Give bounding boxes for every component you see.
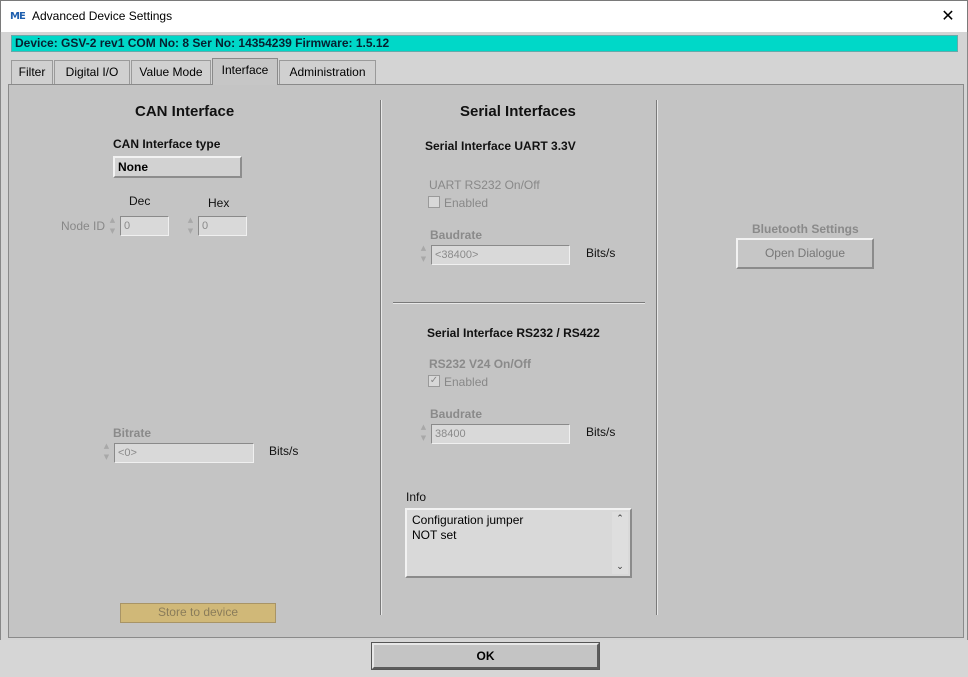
store-to-device-button[interactable]: Store to device <box>120 603 276 623</box>
device-info-bar: Device: GSV-2 rev1 COM No: 8 Ser No: 143… <box>11 35 958 52</box>
rs232-baudrate-unit: Bits/s <box>586 425 616 439</box>
scroll-down-icon[interactable]: ⌄ <box>612 560 628 574</box>
open-dialogue-button[interactable]: Open Dialogue <box>736 238 874 269</box>
column-divider-right <box>656 100 657 615</box>
uart-baudrate-select[interactable]: <38400> <box>431 245 570 265</box>
uart-heading: Serial Interface UART 3.3V <box>425 139 576 153</box>
uart-toggle-label: UART RS232 On/Off <box>429 178 540 192</box>
ok-button[interactable]: OK <box>372 643 599 669</box>
uart-enabled-checkbox[interactable] <box>428 196 440 208</box>
tab-digital-io[interactable]: Digital I/O <box>54 60 130 84</box>
app-logo-icon: ME <box>10 11 26 22</box>
bitrate-select[interactable]: <0> <box>114 443 254 463</box>
rs232-heading: Serial Interface RS232 / RS422 <box>427 326 600 340</box>
bitrate-unit: Bits/s <box>269 444 299 458</box>
node-id-dec-input[interactable]: 0 <box>120 216 169 236</box>
node-id-hex-input[interactable]: 0 <box>198 216 247 236</box>
column-divider-left <box>380 100 381 615</box>
scroll-up-icon[interactable]: ⌃ <box>612 512 628 526</box>
dec-label: Dec <box>129 194 151 208</box>
close-icon[interactable]: ✕ <box>937 5 959 27</box>
info-label: Info <box>406 490 427 504</box>
serial-divider <box>393 302 645 303</box>
info-text: Configuration jumper NOT set <box>412 513 524 542</box>
tab-filter[interactable]: Filter <box>11 60 53 84</box>
bitrate-label: Bitrate <box>113 426 152 440</box>
node-id-dec-spinner-icon[interactable]: ▲ ▼ <box>108 215 117 237</box>
node-id-label: Node ID <box>61 219 106 233</box>
rs232-toggle-label: RS232 V24 On/Off <box>429 357 532 371</box>
can-type-select[interactable]: None <box>113 156 242 178</box>
can-type-label: CAN Interface type <box>113 137 221 151</box>
info-scrollbar[interactable]: ⌃ ⌄ <box>612 512 628 574</box>
node-id-hex-spinner-icon[interactable]: ▲ ▼ <box>186 215 195 237</box>
info-textbox[interactable]: Configuration jumper NOT set ⌃ ⌄ <box>405 508 632 578</box>
serial-heading: Serial Interfaces <box>460 103 576 120</box>
rs232-enabled-checkbox[interactable]: ✓ <box>428 375 440 387</box>
hex-label: Hex <box>208 196 230 210</box>
uart-baudrate-unit: Bits/s <box>586 246 616 260</box>
uart-enabled-label: Enabled <box>444 196 489 210</box>
rs232-baudrate-spinner-icon[interactable]: ▲ ▼ <box>419 422 428 444</box>
tab-administration[interactable]: Administration <box>279 60 376 84</box>
tab-interface[interactable]: Interface <box>212 58 278 85</box>
window-title: Advanced Device Settings <box>32 9 173 23</box>
bitrate-spinner-icon[interactable]: ▲ ▼ <box>102 441 111 463</box>
rs232-enabled-label: Enabled <box>444 375 489 389</box>
rs232-baudrate-select[interactable]: 38400 <box>431 424 570 444</box>
bluetooth-heading: Bluetooth Settings <box>752 222 859 236</box>
tab-value-mode[interactable]: Value Mode <box>131 60 211 84</box>
rs232-baudrate-label: Baudrate <box>430 407 483 421</box>
title-bar: ME Advanced Device Settings ✕ <box>0 0 968 32</box>
uart-baudrate-label: Baudrate <box>430 228 483 242</box>
can-heading: CAN Interface <box>135 103 235 120</box>
uart-baudrate-spinner-icon[interactable]: ▲ ▼ <box>419 243 428 265</box>
